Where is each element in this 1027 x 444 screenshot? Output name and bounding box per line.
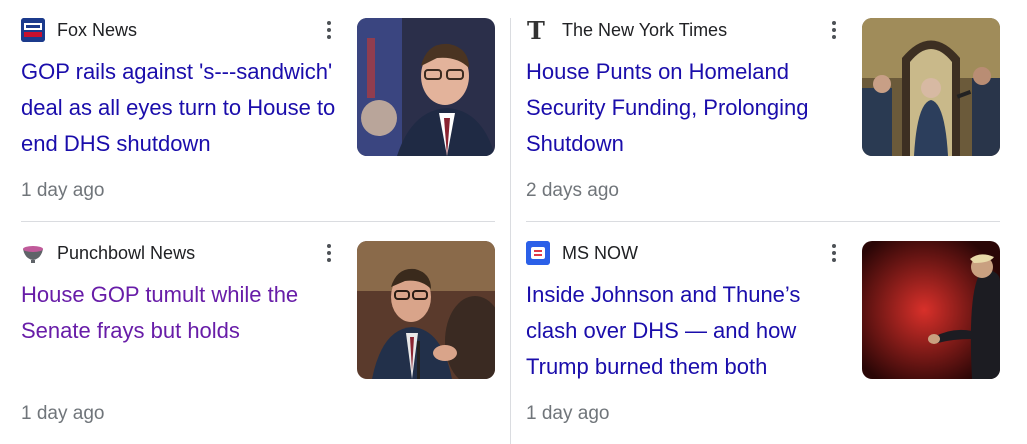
source-row: Fox News [21, 18, 137, 42]
trump-red-curtain-photo[interactable] [862, 241, 1000, 379]
timestamp: 1 day ago [21, 403, 105, 424]
more-options-icon[interactable] [828, 241, 840, 265]
more-options-icon[interactable] [828, 18, 840, 42]
more-options-icon[interactable] [323, 241, 335, 265]
source-row: Punchbowl News [21, 241, 195, 265]
row-divider [526, 221, 1000, 222]
column-divider [510, 18, 511, 444]
headline-link[interactable]: House Punts on Homeland Security Funding… [526, 54, 841, 162]
headline-link[interactable]: GOP rails against 's---sandwich' deal as… [21, 54, 336, 162]
punchbowl-logo-icon [21, 241, 45, 265]
fox-news-logo-icon [21, 18, 45, 42]
source-row: T The New York Times [526, 18, 727, 42]
ms-now-logo-icon [526, 241, 550, 265]
johnson-microphones-photo[interactable] [357, 241, 495, 379]
more-options-icon[interactable] [323, 18, 335, 42]
source-name: MS NOW [562, 242, 638, 263]
timestamp: 1 day ago [526, 403, 610, 424]
timestamp: 2 days ago [526, 180, 619, 201]
nyt-logo-icon: T [526, 18, 550, 42]
source-name: Punchbowl News [57, 242, 196, 263]
headline-link[interactable]: House GOP tumult while the Senate frays … [21, 277, 336, 349]
row-divider [21, 221, 495, 222]
source-row: MS NOW [526, 241, 638, 265]
capitol-hallway-press-photo[interactable] [862, 18, 1000, 156]
mike-johnson-photo[interactable] [357, 18, 495, 156]
source-name: Fox News [57, 19, 138, 40]
headline-link[interactable]: Inside Johnson and Thune’s clash over DH… [526, 277, 841, 385]
timestamp: 1 day ago [21, 180, 105, 201]
source-name: The New York Times [562, 19, 728, 40]
